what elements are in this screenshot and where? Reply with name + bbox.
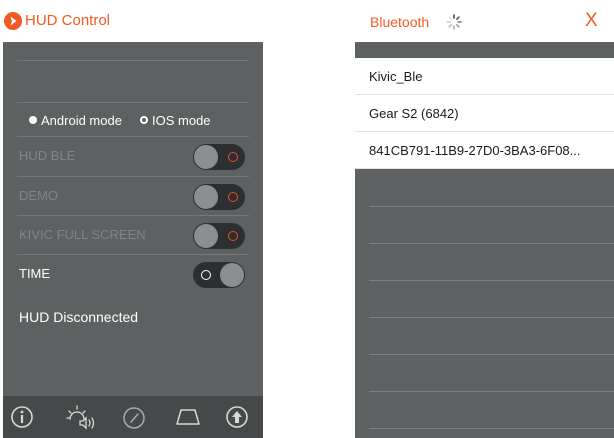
- demo-label: DEMO: [19, 188, 58, 203]
- ios-mode-option[interactable]: IOS mode: [140, 106, 211, 134]
- speedometer-tab[interactable]: [120, 403, 150, 431]
- row-separator: [369, 243, 614, 244]
- toggle-on-indicator-icon: [201, 270, 211, 280]
- device-name: Gear S2 (6842): [369, 106, 459, 121]
- connection-status: HUD Disconnected: [19, 309, 139, 325]
- close-button[interactable]: X: [585, 10, 598, 32]
- hud-ble-toggle[interactable]: [193, 144, 245, 170]
- trapezoid-icon: [176, 409, 200, 425]
- brightness-sound-icon: [66, 405, 95, 430]
- toggle-knob: [220, 263, 244, 287]
- info-icon: [11, 406, 33, 428]
- toggle-knob: [194, 185, 218, 209]
- setting-row-demo: DEMO: [3, 178, 263, 214]
- device-name: Kivic_Ble: [369, 69, 423, 84]
- bluetooth-header: Bluetooth X: [355, 0, 614, 42]
- kivic-full-screen-label: KIVIC FULL SCREEN: [19, 227, 146, 242]
- brightness-sound-tab[interactable]: [66, 403, 96, 431]
- loading-spinner-icon: [446, 14, 462, 30]
- bluetooth-screen: Bluetooth X Kivic_Ble Gear S2 (6842) 841…: [355, 0, 614, 438]
- device-row-kivic-ble[interactable]: Kivic_Ble: [355, 58, 614, 95]
- toggle-knob: [194, 145, 218, 169]
- row-separator: [369, 206, 614, 207]
- radio-unselected-icon: [29, 116, 37, 124]
- mode-selector: Android mode IOS mode: [3, 106, 263, 134]
- divider: [17, 102, 249, 103]
- upload-tab[interactable]: [223, 403, 253, 431]
- divider: [17, 176, 249, 177]
- screen-shape-tab[interactable]: [173, 403, 203, 431]
- hud-control-header: HUD Control: [3, 0, 263, 42]
- row-separator: [369, 391, 614, 392]
- device-name: 841CB791-11B9-27D0-3BA3-6F08...: [369, 143, 581, 158]
- row-separator: [369, 280, 614, 281]
- section-bar: [355, 42, 614, 58]
- row-separator: [369, 354, 614, 355]
- toggle-off-indicator-icon: [228, 152, 238, 162]
- bottom-tab-bar: [3, 396, 263, 438]
- divider: [17, 60, 249, 61]
- info-tab[interactable]: [8, 403, 38, 431]
- setting-row-hud-ble: HUD BLE: [3, 138, 263, 174]
- android-mode-label: Android mode: [41, 112, 122, 128]
- app-title: HUD Control: [25, 12, 111, 29]
- ios-mode-label: IOS mode: [152, 112, 211, 128]
- device-row-gear-s2[interactable]: Gear S2 (6842): [355, 95, 614, 132]
- bluetooth-title: Bluetooth: [370, 14, 430, 30]
- hud-ble-label: HUD BLE: [19, 148, 76, 163]
- row-separator: [369, 317, 614, 318]
- divider: [17, 136, 249, 137]
- android-mode-option[interactable]: Android mode: [29, 106, 122, 134]
- upload-icon: [226, 406, 248, 428]
- speedometer-icon: [123, 407, 145, 429]
- demo-toggle[interactable]: [193, 184, 245, 210]
- empty-device-list: [355, 169, 614, 438]
- toggle-knob: [194, 224, 218, 248]
- time-toggle[interactable]: [193, 262, 245, 288]
- time-label: TIME: [19, 266, 51, 281]
- kivic-full-screen-toggle[interactable]: [193, 223, 245, 249]
- setting-row-time: TIME: [3, 256, 263, 292]
- toggle-off-indicator-icon: [228, 192, 238, 202]
- setting-row-kivic-full-screen: KIVIC FULL SCREEN: [3, 217, 263, 253]
- device-row-uuid[interactable]: 841CB791-11B9-27D0-3BA3-6F08...: [355, 132, 614, 169]
- app-logo-icon: [4, 12, 22, 30]
- hud-control-panel: Android mode IOS mode HUD BLE DEMO KIVIC…: [3, 42, 263, 396]
- divider: [17, 215, 249, 216]
- divider: [17, 254, 249, 255]
- row-separator: [369, 428, 614, 429]
- hud-control-screen: HUD Control Android mode IOS mode HUD BL…: [3, 0, 263, 438]
- toggle-off-indicator-icon: [228, 231, 238, 241]
- radio-selected-icon: [140, 116, 148, 124]
